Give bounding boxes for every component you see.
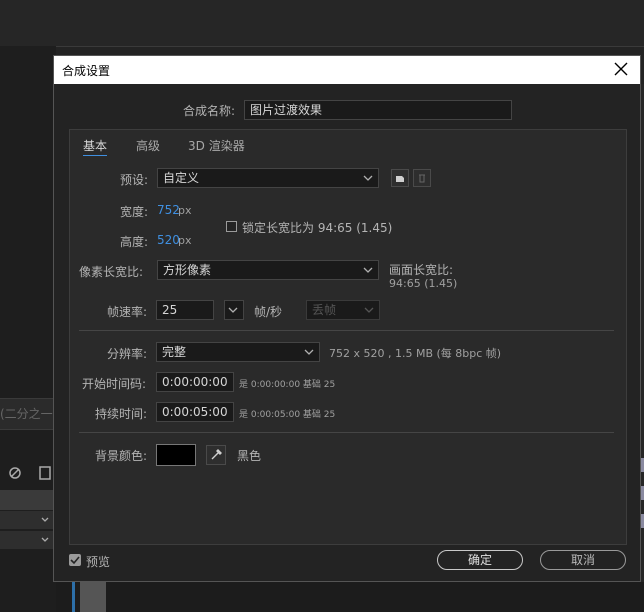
trash-icon <box>419 174 425 183</box>
chevron-down-icon <box>363 267 373 273</box>
frame-rate-input[interactable]: 25 <box>156 300 214 320</box>
delete-preset-button[interactable] <box>413 169 431 187</box>
cancel-button[interactable]: 取消 <box>540 550 626 570</box>
app-left-dropdown-row[interactable] <box>0 511 56 529</box>
frame-rate-label: 帧速率: <box>107 305 148 319</box>
frame-rate-dropdown[interactable] <box>224 300 244 320</box>
ok-button[interactable]: 确定 <box>437 550 523 570</box>
chevron-down-icon <box>364 307 374 313</box>
eyedropper-button[interactable] <box>206 445 226 465</box>
background-color-name: 黑色 <box>237 449 262 463</box>
chevron-down-icon <box>363 175 373 181</box>
width-unit: px <box>178 204 192 217</box>
frame-rate-unit: 帧/秒 <box>254 305 283 319</box>
pixel-aspect-select[interactable]: 方形像素 <box>157 260 379 280</box>
preset-label: 预设: <box>120 173 149 187</box>
checkmark-icon <box>70 556 80 565</box>
divider <box>79 432 614 433</box>
resolution-value: 完整 <box>162 345 187 359</box>
close-icon <box>614 62 628 76</box>
preview-label: 预览 <box>86 555 111 569</box>
start-timecode-label: 开始时间码: <box>82 377 147 391</box>
app-left-row[interactable] <box>0 490 56 510</box>
settings-panel <box>69 129 627 545</box>
chevron-down-icon <box>41 537 49 542</box>
duration-note: 是 0:00:05:00 基础 25 <box>239 410 336 420</box>
app-left-icon-row <box>6 464 54 482</box>
background-color-label: 背景颜色: <box>95 449 148 463</box>
chevron-down-icon <box>304 349 314 355</box>
drop-frame-select[interactable]: 丢帧 <box>306 300 380 320</box>
drop-frame-value: 丢帧 <box>312 303 337 317</box>
height-unit: px <box>178 234 192 247</box>
tab-3d-renderer[interactable]: 3D 渲染器 <box>188 137 245 154</box>
preset-select[interactable]: 自定义 <box>157 168 379 188</box>
dialog-titlebar: 合成设置 <box>54 56 640 84</box>
width-label: 宽度: <box>120 205 149 219</box>
frame-aspect-value: 94:65 (1.45) <box>389 277 458 290</box>
save-preset-icon <box>396 176 404 182</box>
chevron-down-icon <box>41 517 49 522</box>
app-timeline-block <box>80 580 106 612</box>
app-left-resolution-text: (二分之一 <box>0 407 53 421</box>
app-top-panel <box>0 0 644 47</box>
background-color-swatch[interactable] <box>156 444 196 466</box>
resolution-select[interactable]: 完整 <box>156 342 320 362</box>
comp-name-input[interactable]: 图片过渡效果 <box>244 100 512 120</box>
duration-label: 持续时间: <box>95 407 148 421</box>
composition-settings-dialog: 合成设置 合成名称: 图片过渡效果 基本 高级 3D 渲染器 预设: 自定义 宽… <box>53 55 641 582</box>
lock-aspect-checkbox[interactable] <box>226 221 237 232</box>
pixel-aspect-label: 像素长宽比: <box>79 265 144 279</box>
chevron-down-icon <box>228 307 238 313</box>
app-bottom-panel <box>56 582 644 612</box>
app-timeline-marker <box>72 580 75 612</box>
dialog-title: 合成设置 <box>62 64 111 78</box>
close-button[interactable] <box>610 58 632 80</box>
brush-icon[interactable] <box>6 464 54 482</box>
app-left-dropdown-row[interactable] <box>0 531 56 549</box>
pixel-aspect-value: 方形像素 <box>163 263 212 277</box>
duration-input[interactable]: 0:00:05:00 <box>156 402 234 422</box>
frame-aspect-label: 画面长宽比: <box>389 263 454 277</box>
comp-name-label: 合成名称: <box>183 104 236 118</box>
eyedropper-icon <box>211 449 222 460</box>
start-timecode-note: 是 0:00:00:00 基础 25 <box>239 380 336 390</box>
width-value[interactable]: 752 <box>157 203 180 217</box>
preview-checkbox[interactable] <box>69 554 81 566</box>
resolution-label: 分辨率: <box>107 347 148 361</box>
height-label: 高度: <box>120 235 149 249</box>
height-value[interactable]: 520 <box>157 233 180 247</box>
preset-value: 自定义 <box>163 171 200 185</box>
lock-aspect-label: 锁定长宽比为 94:65 (1.45) <box>242 221 393 235</box>
divider <box>79 330 614 331</box>
resolution-info: 752 x 520 , 1.5 MB (每 8bpc 帧) <box>329 347 502 360</box>
tab-advanced[interactable]: 高级 <box>136 137 160 154</box>
tab-basic[interactable]: 基本 <box>83 137 108 156</box>
save-preset-button[interactable] <box>391 169 409 187</box>
start-timecode-input[interactable]: 0:00:00:00 <box>156 372 234 392</box>
